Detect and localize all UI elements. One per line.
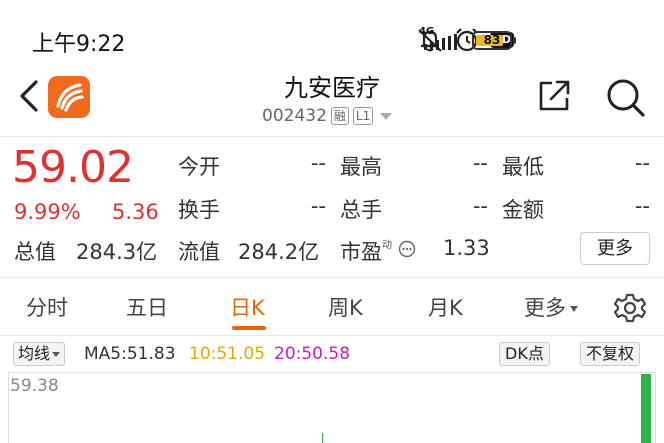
avg-line-label: 均线: [18, 344, 51, 363]
tabs-divider: [0, 335, 664, 336]
open-label: 今开: [178, 155, 220, 179]
avg-line-select[interactable]: 均线: [13, 342, 66, 366]
share-icon[interactable]: [536, 78, 572, 114]
battery-level: 83: [483, 33, 501, 47]
mktcap-label: 总值: [14, 240, 56, 264]
low-label: 最低: [502, 155, 544, 179]
avg-line-caret-icon: [52, 352, 61, 357]
tab-weekly-k[interactable]: 周K: [328, 292, 363, 322]
tab-more-caret-icon: [570, 306, 578, 312]
float-value: 284.2亿: [238, 240, 320, 264]
kline-last-candle: [641, 374, 651, 443]
stock-code: 002432: [262, 106, 327, 126]
pe-value: 1.33: [443, 236, 490, 260]
tab-five-day[interactable]: 五日: [126, 292, 168, 322]
float-label: 流值: [178, 240, 220, 264]
pe-label-text: 市盈: [340, 240, 382, 264]
tab-daily-k[interactable]: 日K: [230, 292, 265, 322]
high-label: 最高: [340, 155, 382, 179]
settings-gear-icon[interactable]: [614, 292, 646, 324]
low-value: --: [634, 151, 650, 175]
status-time: 上午9:22: [32, 32, 126, 57]
signal-icon: [424, 34, 457, 50]
level-tag: L1: [352, 107, 374, 125]
ma5-value: MA5:51.83: [84, 344, 176, 364]
change-amount: 5.36: [112, 200, 159, 224]
margin-tag: 融: [330, 107, 349, 125]
kline-candle-wick: [322, 433, 323, 443]
change-percent: 9.99%: [14, 200, 81, 224]
tab-intraday[interactable]: 分时: [26, 292, 68, 322]
quote-divider: [0, 277, 664, 278]
open-value: --: [310, 151, 326, 175]
ma-row: 均线 MA5:51.83 10:51.05 20:50.58 DK点 不复权: [0, 340, 664, 368]
pe-dynamic-sup: 动: [382, 240, 392, 251]
tab-monthly-k[interactable]: 月K: [428, 292, 463, 322]
volume-value: --: [472, 194, 488, 218]
volume-label: 总手: [340, 198, 382, 222]
amount-label: 金额: [502, 198, 544, 222]
stock-code-row[interactable]: 002432 融 L1: [262, 106, 393, 126]
pe-info-icon[interactable]: [398, 240, 416, 258]
battery-cap: [513, 37, 516, 44]
current-price: 59.02: [12, 142, 134, 193]
amount-value: --: [634, 194, 650, 218]
dropdown-caret-icon: [380, 112, 393, 120]
search-icon[interactable]: [604, 76, 646, 118]
turnover-value: --: [310, 194, 326, 218]
chart-tabs: 分时 五日 日K 周K 月K 更多: [0, 280, 664, 336]
battery-icon: 83: [472, 31, 516, 50]
pe-label[interactable]: 市盈动: [340, 236, 392, 266]
active-tab-indicator: [232, 326, 266, 330]
adjust-button[interactable]: 不复权: [580, 342, 641, 366]
tab-more[interactable]: 更多: [524, 292, 578, 322]
ma10-value: 10:51.05: [189, 344, 266, 364]
turnover-label: 换手: [178, 198, 220, 222]
header-divider: [0, 136, 664, 137]
dk-point-button[interactable]: DK点: [499, 342, 550, 366]
ma20-value: 20:50.58: [274, 344, 351, 364]
mktcap-value: 284.3亿: [76, 240, 158, 264]
kline-chart[interactable]: [8, 372, 656, 443]
tab-more-label: 更多: [524, 296, 566, 320]
high-value: --: [472, 151, 488, 175]
y-axis-top-label: 59.38: [10, 376, 59, 396]
more-button[interactable]: 更多: [580, 232, 650, 265]
stock-header: 九安医疗 002432 融 L1: [0, 60, 664, 135]
